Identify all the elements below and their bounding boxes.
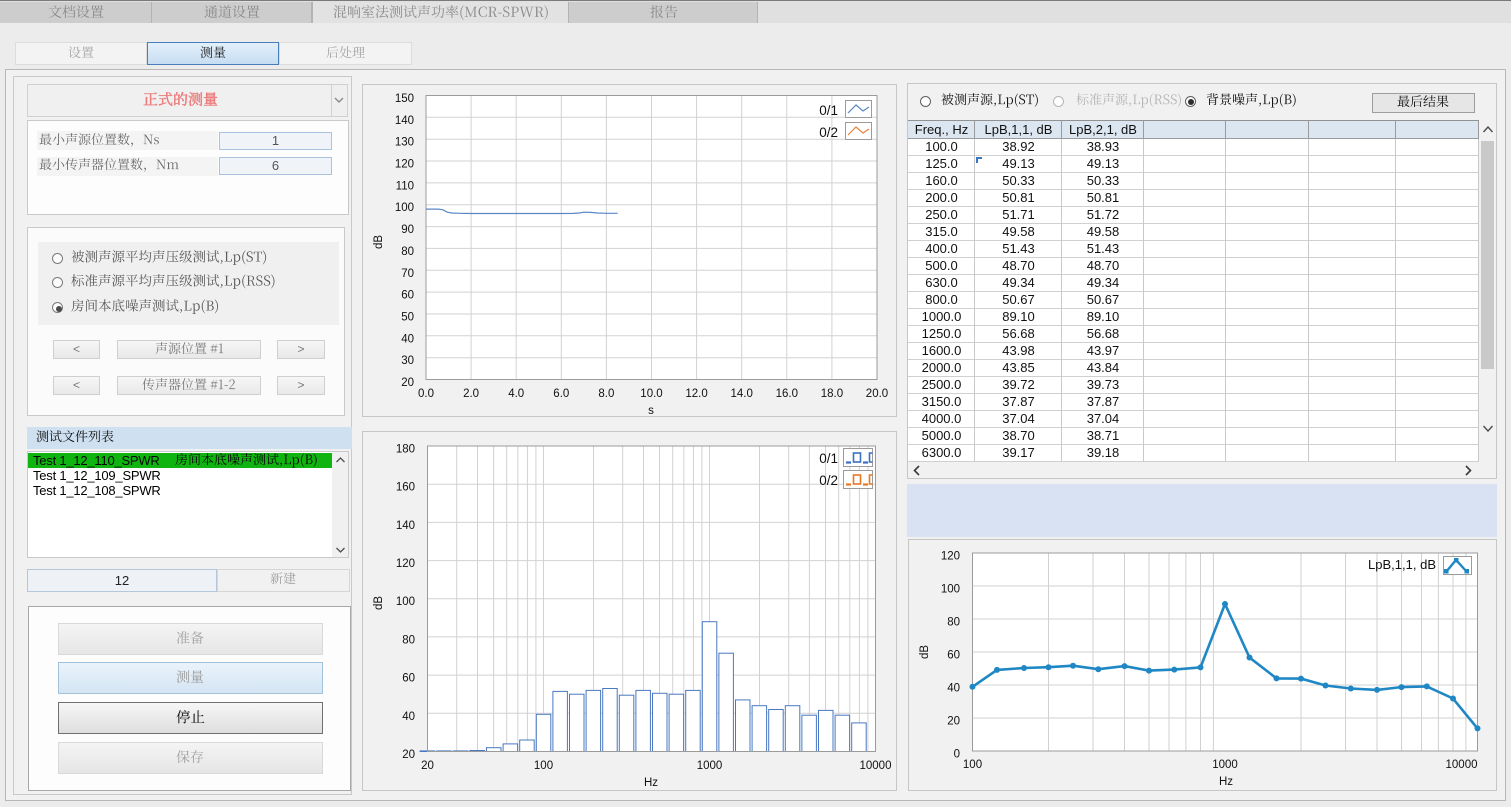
svg-text:80: 80: [401, 246, 414, 258]
svg-text:40: 40: [947, 683, 960, 695]
svg-text:60: 60: [947, 650, 960, 662]
svg-text:10.0: 10.0: [640, 388, 662, 400]
svg-text:Hz: Hz: [644, 777, 658, 789]
svg-text:150: 150: [395, 93, 414, 105]
svg-text:4.0: 4.0: [508, 388, 524, 400]
svg-text:80: 80: [402, 634, 415, 646]
svg-text:s: s: [648, 405, 654, 417]
svg-text:40: 40: [401, 333, 414, 345]
svg-text:20: 20: [421, 760, 434, 772]
svg-text:dB: dB: [373, 596, 385, 610]
svg-text:180: 180: [396, 444, 415, 456]
svg-text:16.0: 16.0: [776, 388, 798, 400]
svg-text:70: 70: [401, 268, 414, 280]
svg-text:60: 60: [402, 673, 415, 685]
svg-text:20: 20: [947, 716, 960, 728]
svg-text:100: 100: [534, 760, 553, 772]
svg-text:2.0: 2.0: [463, 388, 479, 400]
svg-text:120: 120: [941, 551, 960, 563]
svg-text:100: 100: [963, 759, 982, 771]
svg-text:100: 100: [941, 584, 960, 596]
svg-text:dB: dB: [919, 645, 931, 659]
svg-text:dB: dB: [373, 235, 385, 249]
svg-text:10000: 10000: [860, 760, 892, 772]
svg-text:90: 90: [401, 224, 414, 236]
svg-text:LpB,1,1, dB: LpB,1,1, dB: [1368, 557, 1436, 572]
svg-text:130: 130: [395, 137, 414, 149]
svg-text:0/2: 0/2: [819, 125, 838, 140]
svg-text:80: 80: [947, 617, 960, 629]
svg-text:120: 120: [395, 159, 414, 171]
svg-text:0/2: 0/2: [819, 473, 838, 488]
svg-text:140: 140: [396, 520, 415, 532]
svg-text:120: 120: [396, 558, 415, 570]
svg-text:12.0: 12.0: [685, 388, 707, 400]
svg-text:14.0: 14.0: [731, 388, 753, 400]
svg-text:40: 40: [402, 711, 415, 723]
svg-text:50: 50: [401, 312, 414, 324]
svg-text:100: 100: [395, 202, 414, 214]
svg-text:0/1: 0/1: [819, 451, 838, 466]
svg-text:140: 140: [395, 115, 414, 127]
svg-text:0: 0: [954, 749, 960, 761]
svg-text:1000: 1000: [1212, 759, 1238, 771]
svg-text:110: 110: [396, 180, 414, 192]
svg-text:100: 100: [396, 596, 415, 608]
svg-text:20.0: 20.0: [866, 388, 888, 400]
svg-text:0/1: 0/1: [819, 103, 838, 118]
svg-text:0.0: 0.0: [418, 388, 434, 400]
svg-text:30: 30: [401, 355, 414, 367]
svg-text:8.0: 8.0: [598, 388, 614, 400]
svg-text:60: 60: [401, 290, 414, 302]
svg-text:10000: 10000: [1446, 759, 1478, 771]
svg-text:20: 20: [401, 377, 414, 389]
svg-text:1000: 1000: [697, 760, 723, 772]
svg-text:18.0: 18.0: [821, 388, 843, 400]
svg-text:160: 160: [396, 482, 415, 494]
svg-text:6.0: 6.0: [553, 388, 569, 400]
svg-text:20: 20: [402, 749, 415, 761]
svg-text:Hz: Hz: [1219, 776, 1233, 788]
